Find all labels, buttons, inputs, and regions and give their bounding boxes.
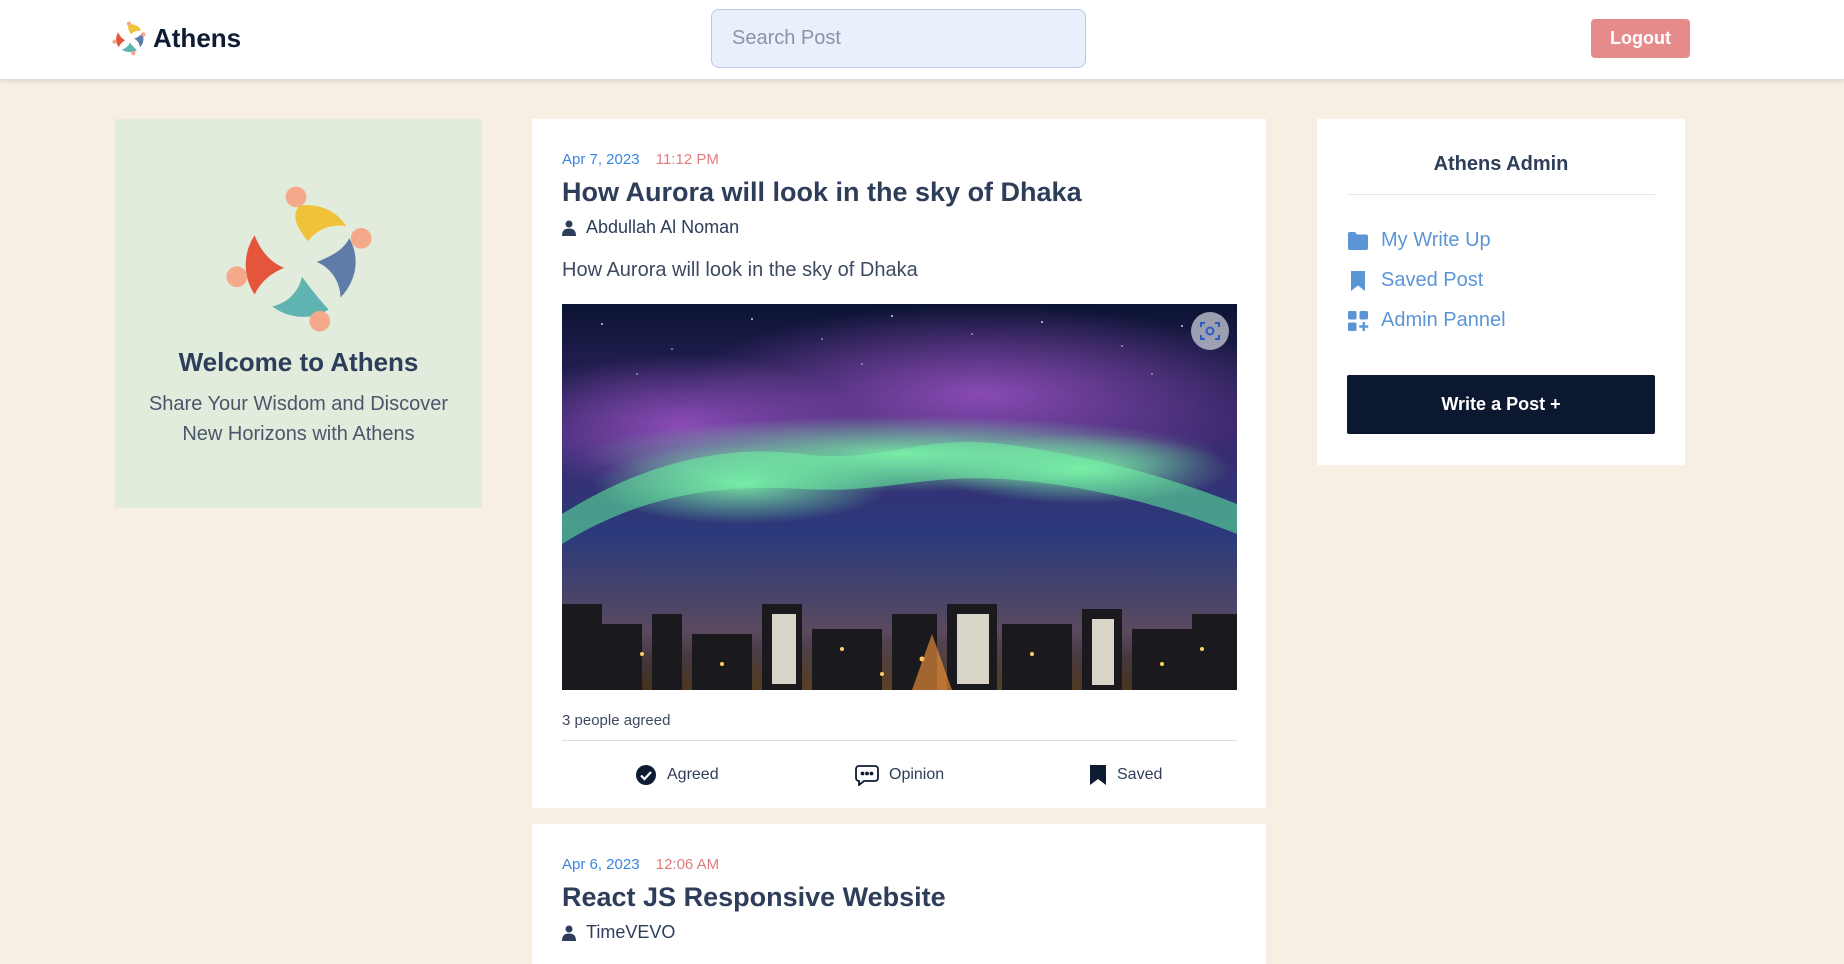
admin-title: Athens Admin <box>1433 153 1569 175</box>
post-excerpt: How Aurora will look in the sky of Dhaka <box>562 259 918 281</box>
sidebar-item-my-write-up[interactable]: My Write Up <box>1347 229 1491 252</box>
sidebar-item-label: Saved Post <box>1381 269 1484 291</box>
post-title[interactable]: React JS Responsive Website <box>562 882 946 913</box>
sidebar-item-label: Admin Pannel <box>1381 309 1506 331</box>
user-icon <box>562 220 576 236</box>
post-time: 12:06 AM <box>655 856 720 873</box>
welcome-card: Welcome to Athens Share Your Wisdom and … <box>115 119 482 508</box>
sidebar-item-admin-pannel[interactable]: Admin Pannel <box>1347 309 1506 332</box>
post-meta: Apr 7, 2023 11:12 PM <box>562 151 719 168</box>
bookmark-icon <box>1351 270 1365 291</box>
comment-icon <box>855 765 879 786</box>
post-card: Apr 7, 2023 11:12 PM How Aurora will loo… <box>532 119 1266 808</box>
write-post-button[interactable]: Write a Post + <box>1347 375 1655 434</box>
welcome-title: Welcome to Athens <box>178 347 419 377</box>
opinion-button[interactable]: Opinion <box>855 764 944 786</box>
grid-plus-icon <box>1348 310 1369 331</box>
divider <box>1347 194 1655 195</box>
agreed-count: 3 people agreed <box>562 712 671 729</box>
author-name: Abdullah Al Noman <box>586 217 740 237</box>
opinion-label: Opinion <box>889 766 945 783</box>
brand-name: Athens <box>153 22 242 53</box>
post-time: 11:12 PM <box>655 151 719 168</box>
check-circle-icon <box>636 765 656 785</box>
sidebar-item-label: My Write Up <box>1381 229 1491 251</box>
post-image[interactable] <box>562 304 1237 690</box>
bookmark-icon <box>1090 765 1106 785</box>
agreed-button[interactable]: Agreed <box>635 764 719 786</box>
user-icon <box>562 925 576 941</box>
post-meta: Apr 6, 2023 12:06 AM <box>562 856 719 873</box>
saved-label: Saved <box>1117 766 1163 783</box>
brand-link[interactable]: Athens <box>111 20 241 56</box>
logout-button[interactable]: Logout <box>1591 19 1690 58</box>
post-author[interactable]: Abdullah Al Noman <box>562 217 739 238</box>
post-date: Apr 7, 2023 <box>562 151 640 168</box>
athens-logo-icon <box>112 21 146 56</box>
search-input[interactable] <box>711 9 1086 68</box>
divider <box>562 740 1237 741</box>
aurora-image <box>562 304 1237 690</box>
welcome-subtitle: Share Your Wisdom and Discover New Horiz… <box>148 393 449 445</box>
agreed-label: Agreed <box>667 766 719 783</box>
post-author[interactable]: TimeVEVO <box>562 922 675 943</box>
top-navbar: Athens Logout <box>0 0 1844 79</box>
folder-icon <box>1348 231 1368 250</box>
admin-card: Athens Admin My Write Up Saved Post Admi… <box>1317 119 1685 465</box>
author-name: TimeVEVO <box>586 922 676 942</box>
saved-button[interactable]: Saved <box>1089 764 1162 786</box>
post-card: Apr 6, 2023 12:06 AM React JS Responsive… <box>532 824 1266 964</box>
sidebar-item-saved-post[interactable]: Saved Post <box>1347 269 1483 292</box>
post-date: Apr 6, 2023 <box>562 856 640 873</box>
scan-icon <box>1200 322 1220 340</box>
athens-logo-icon <box>226 186 372 332</box>
visual-search-button[interactable] <box>1191 312 1229 350</box>
post-title[interactable]: How Aurora will look in the sky of Dhaka <box>562 177 1082 208</box>
